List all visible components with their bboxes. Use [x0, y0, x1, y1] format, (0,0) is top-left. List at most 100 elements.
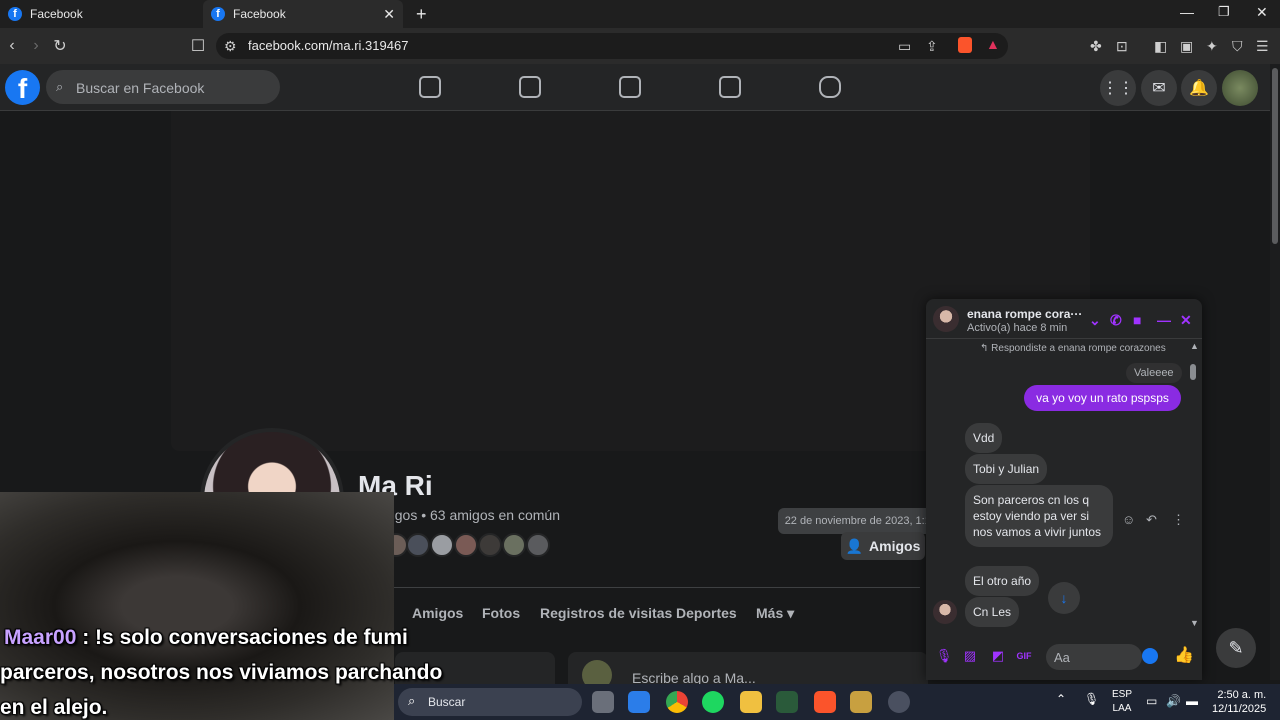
stream-chat-line-2: parceros, nosotros nos viviamos parchand…: [0, 661, 443, 684]
account-avatar[interactable]: [1222, 70, 1258, 106]
tab-more[interactable]: Más ▾: [756, 605, 794, 622]
friend-avatar[interactable]: [430, 533, 454, 557]
task-view-icon[interactable]: [592, 691, 614, 713]
stream-line-1: : !s solo conversaciones de fumi: [82, 626, 408, 649]
game-app-icon[interactable]: [888, 691, 910, 713]
emoji-icon[interactable]: [1142, 648, 1158, 664]
page-scrollbar-thumb[interactable]: [1272, 68, 1278, 244]
chat-contact-avatar[interactable]: [933, 306, 959, 332]
restore-icon[interactable]: ❐: [1218, 4, 1230, 20]
bookmark-icon[interactable]: ☐: [186, 34, 210, 58]
mic-icon[interactable]: 🎙: [936, 648, 953, 664]
incoming-message[interactable]: Vdd: [965, 423, 1003, 453]
new-message-icon[interactable]: ✎: [1216, 628, 1256, 668]
sidebar-icon[interactable]: ◧: [1154, 38, 1167, 55]
facebook-favicon-icon: f: [211, 7, 225, 21]
brave-icon[interactable]: [814, 691, 836, 713]
minimize-icon[interactable]: —: [1180, 4, 1194, 20]
call-icon[interactable]: ✆: [1110, 312, 1122, 329]
extensions-icon[interactable]: ✤: [1090, 38, 1102, 55]
friend-avatar[interactable]: [406, 533, 430, 557]
search-icon: ⌕: [56, 79, 64, 94]
minimize-chat-icon[interactable]: —: [1157, 312, 1171, 328]
show-hidden-icons-icon[interactable]: ⌃: [1056, 692, 1066, 706]
new-tab-icon[interactable]: +: [416, 4, 427, 25]
tab-deportes[interactable]: Deportes: [676, 605, 737, 621]
tab-amigos[interactable]: Amigos: [412, 605, 463, 621]
file-explorer-icon[interactable]: [740, 691, 762, 713]
incoming-message[interactable]: Cn Les: [965, 597, 1020, 627]
reload-icon[interactable]: ↻: [48, 34, 72, 58]
brave-rewards-icon[interactable]: ▲: [986, 36, 1000, 52]
friends-button[interactable]: 👤 Amigos: [841, 532, 925, 560]
taskbar-search[interactable]: [398, 688, 582, 716]
spotify-icon[interactable]: [702, 691, 724, 713]
video-call-icon[interactable]: ■: [1133, 312, 1141, 328]
site-settings-icon[interactable]: ⚙: [224, 38, 237, 55]
close-chat-icon[interactable]: ✕: [1180, 312, 1192, 329]
friend-avatar[interactable]: [526, 533, 550, 557]
app-icon[interactable]: [776, 691, 798, 713]
browser-tab-active[interactable]: f Facebook ✕: [203, 0, 403, 28]
home-icon[interactable]: [419, 76, 441, 98]
chat-scrollbar-thumb[interactable]: [1190, 364, 1196, 380]
marketplace-icon[interactable]: [719, 76, 741, 98]
screenshot-icon[interactable]: ⊡: [1116, 38, 1128, 55]
chat-scroll-down-icon[interactable]: ▼: [1190, 618, 1199, 628]
messenger-icon[interactable]: ✉: [1141, 70, 1177, 106]
like-icon[interactable]: 👍: [1174, 645, 1194, 665]
tab-registros[interactable]: Registros de visitas: [540, 605, 672, 621]
gaming-icon[interactable]: [819, 76, 841, 98]
more-options-icon[interactable]: ⋮: [1172, 512, 1185, 528]
leo-ai-icon[interactable]: ✦: [1206, 38, 1218, 55]
close-window-icon[interactable]: ✕: [1256, 4, 1268, 21]
league-icon[interactable]: [850, 691, 872, 713]
store-icon[interactable]: [628, 691, 650, 713]
battery-icon[interactable]: ▬: [1186, 694, 1198, 708]
reply-message-icon[interactable]: ↶: [1146, 512, 1157, 528]
close-tab-icon[interactable]: ✕: [383, 6, 395, 23]
chevron-down-icon[interactable]: ⌄: [1089, 312, 1101, 329]
video-icon[interactable]: [619, 76, 641, 98]
outgoing-message[interactable]: va yo voy un rato pspsps: [1024, 385, 1181, 411]
back-icon[interactable]: ‹: [0, 34, 24, 58]
tab-fotos[interactable]: Fotos: [482, 605, 520, 621]
stream-chat-line-3: en el alejo.: [0, 696, 108, 719]
incoming-message[interactable]: El otro año: [965, 566, 1040, 596]
wallet-icon[interactable]: ▣: [1180, 38, 1193, 55]
notifications-icon[interactable]: 🔔: [1181, 70, 1217, 106]
chat-contact-name[interactable]: enana rompe cora···: [967, 307, 1087, 321]
facebook-logo[interactable]: f: [5, 70, 40, 105]
share-icon[interactable]: ⇪: [926, 38, 938, 55]
sender-avatar: [933, 600, 957, 624]
react-icon[interactable]: ☺: [1122, 512, 1135, 527]
vpn-icon[interactable]: ⛉: [1232, 38, 1243, 55]
menu-icon[interactable]: ☰: [1256, 38, 1269, 55]
incoming-message[interactable]: Tobi y Julian: [965, 454, 1048, 484]
quoted-message[interactable]: Valeeee: [1126, 363, 1182, 383]
forward-icon[interactable]: ›: [24, 34, 48, 58]
webcam-overlay: [0, 492, 394, 720]
sticker-icon[interactable]: ◩: [990, 648, 1006, 664]
image-icon[interactable]: ▨: [962, 648, 978, 664]
scroll-down-icon[interactable]: ↓: [1048, 582, 1080, 614]
friend-avatar[interactable]: [478, 533, 502, 557]
mutual-friends-text[interactable]: migos • 63 amigos en común: [380, 507, 560, 523]
cast-icon[interactable]: ▭: [898, 38, 911, 55]
chat-scroll-up-icon[interactable]: ▲: [1190, 341, 1199, 351]
language-indicator[interactable]: ESP LAA: [1112, 688, 1132, 716]
chrome-icon[interactable]: [666, 691, 688, 713]
friend-avatar[interactable]: [454, 533, 478, 557]
browser-tab[interactable]: f Facebook: [0, 0, 200, 28]
incoming-message[interactable]: Son parceros cn los q estoy viendo pa ve…: [965, 485, 1113, 547]
network-icon[interactable]: ▭: [1146, 694, 1157, 708]
url-text[interactable]: facebook.com/ma.ri.319467: [248, 38, 408, 53]
clock[interactable]: 2:50 a. m. 12/11/2025: [1212, 688, 1266, 716]
menu-grid-icon[interactable]: ⋮⋮: [1100, 70, 1136, 106]
volume-icon[interactable]: 🔊: [1166, 694, 1181, 708]
brave-shield-icon[interactable]: [958, 37, 972, 53]
gif-icon[interactable]: GIF: [1016, 648, 1032, 664]
mic-tray-icon[interactable]: 🎙: [1084, 692, 1099, 706]
feeds-icon[interactable]: [519, 76, 541, 98]
friend-avatar[interactable]: [502, 533, 526, 557]
